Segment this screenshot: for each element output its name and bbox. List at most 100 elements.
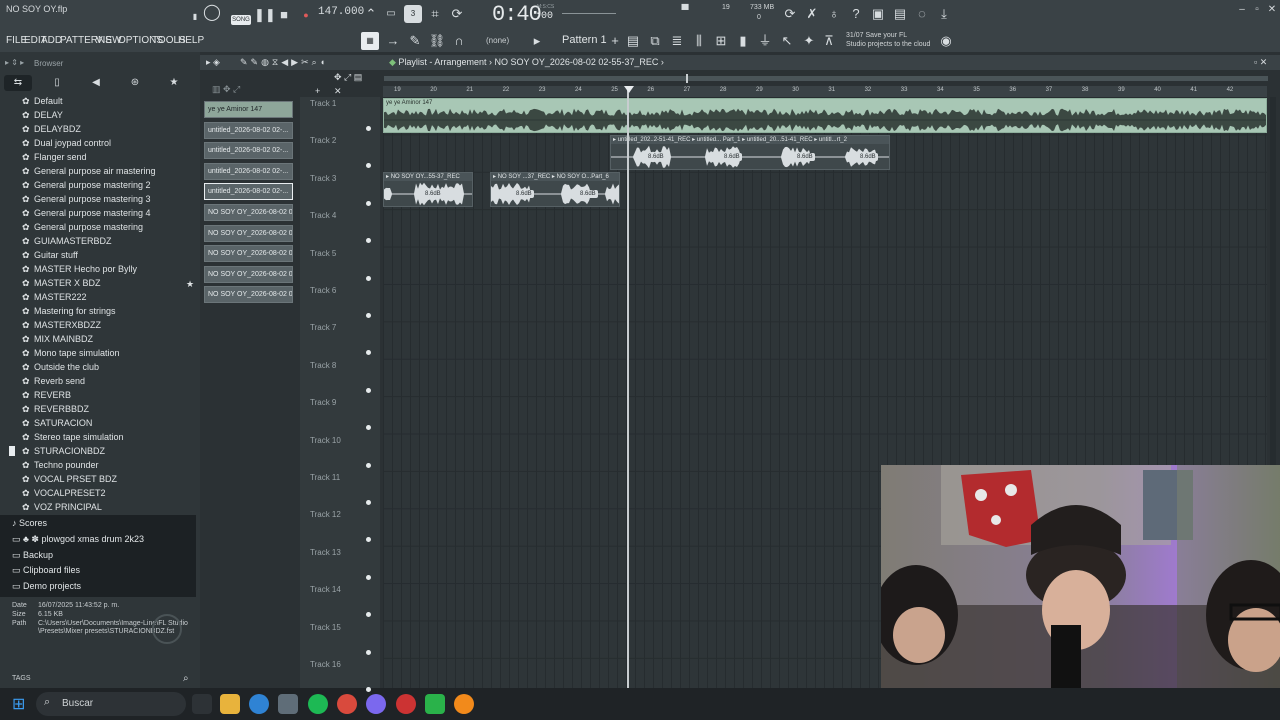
scroll-thumb[interactable] [686, 74, 688, 83]
preset-item[interactable]: ✿ Stereo tape simulation [22, 432, 124, 446]
snap-selector[interactable]: (none) [486, 36, 509, 45]
file-explorer-icon[interactable] [220, 694, 240, 714]
preset-item[interactable]: ✿ Guitar stuff [22, 250, 78, 264]
clip-source-item[interactable]: NO SOY OY_2026-08-02 0... [204, 224, 293, 242]
preset-item[interactable]: ✿ MASTERXBDZZ [22, 320, 101, 334]
tools-icon[interactable]: ✗ [803, 5, 821, 23]
close-track-icon[interactable]: ✕ [334, 86, 342, 97]
help-icon[interactable]: ? [847, 5, 865, 23]
preset-item[interactable]: ✿ Default [22, 96, 63, 110]
playlist-tools-icons[interactable]: ✎✎◍⧖◀▶✂⌕◖ [240, 57, 328, 68]
play-icon[interactable]: ◆ [389, 57, 398, 67]
refresh-icon[interactable]: ⟳ [781, 5, 799, 23]
clip-source-item[interactable]: untitled_2026-08-02 02-... [204, 162, 293, 180]
track-mute-led[interactable] [366, 462, 371, 468]
pattern-selector[interactable]: Pattern 1 [562, 34, 607, 46]
track-name[interactable]: Track 10 [310, 436, 341, 445]
browser-tab-file-icon[interactable]: ▯ [43, 75, 71, 91]
track-mute-led[interactable] [366, 574, 371, 580]
taskbar-search[interactable] [36, 692, 186, 716]
maximize-icon[interactable]: ▫ [1251, 4, 1263, 16]
preset-item[interactable]: ✿ VOCALPRESET2 [22, 488, 106, 502]
snap-icons[interactable]: ✥ ⤢ ▤ [334, 72, 362, 83]
audio-clip-track1[interactable]: ye ye Aminor 147 [383, 98, 1267, 133]
track-name[interactable]: Track 9 [310, 398, 336, 407]
clip-source-item[interactable]: NO SOY OY_2026-08-02 0... [204, 286, 293, 304]
metronome-icon[interactable]: ⌃ [362, 5, 380, 23]
preset-item[interactable]: ✿ MIX MAINBDZ [22, 334, 93, 348]
preset-item[interactable]: ✿ General purpose mastering 3 [22, 194, 151, 208]
preset-item[interactable]: ✿ MASTER X BDZ [22, 278, 101, 292]
magnet-icon[interactable]: ∩ [450, 32, 468, 50]
render-icon[interactable]: ▤ [891, 5, 909, 23]
cloud-icon[interactable]: ◉ [937, 32, 955, 50]
track-name[interactable]: Track 16 [310, 660, 341, 669]
folder-demo-projects[interactable]: ▭ Demo projects [12, 581, 81, 592]
preset-item[interactable]: ✿ General purpose mastering 4 [22, 208, 151, 222]
task-view-icon[interactable] [192, 694, 212, 714]
app-icon[interactable] [396, 694, 416, 714]
clip-source-item[interactable]: untitled_2026-08-02 02-... [204, 142, 293, 160]
time-format-label[interactable]: M:S:CS [537, 4, 554, 10]
close-icon[interactable]: ✕ [1266, 4, 1278, 16]
link-icon[interactable]: ⛓ [428, 32, 446, 50]
track-name[interactable]: Track 14 [310, 585, 341, 594]
record-icon[interactable]: ● [297, 6, 315, 24]
preset-item[interactable]: ✿ GUIAMASTERBDZ [22, 236, 112, 250]
tempo-display[interactable]: 147.000 [318, 6, 364, 18]
preset-item[interactable]: ✿ Mastering for strings [22, 306, 116, 320]
search-icon[interactable]: ⌕ [183, 673, 189, 684]
track-mute-led[interactable] [366, 500, 371, 505]
stop-icon[interactable]: ■ [275, 6, 293, 24]
preset-item[interactable]: ✿ Mono tape simulation [22, 348, 120, 362]
chat-icon[interactable]: ◌ [913, 5, 931, 23]
add-track-icon[interactable]: + [315, 86, 320, 96]
menu-help[interactable]: HELP [178, 35, 204, 46]
folder-scores[interactable]: ♪ Scores [12, 518, 47, 528]
clip-source-item[interactable]: ye ye Aminor 147 [204, 101, 293, 118]
view-toggle-icon[interactable]: ▦ [361, 32, 379, 50]
discord-icon[interactable] [366, 694, 386, 714]
playlist-window-controls[interactable]: ▫ ✕ [1254, 57, 1267, 68]
track-mute-led[interactable] [366, 387, 371, 393]
countdown-icon[interactable]: 3 [404, 5, 422, 23]
track-name[interactable]: Track 1 [310, 99, 336, 108]
audio-clip-track3-b[interactable]: ▸ NO SOY ...37_REC ▸ NO SOY O...Part_6 [490, 172, 620, 207]
preset-item[interactable]: ✿ MASTER Hecho por Bylly [22, 264, 137, 278]
chrome-icon[interactable] [337, 694, 357, 714]
clip-source-item[interactable]: NO SOY OY_2026-08-02 0... [204, 265, 293, 283]
pause-icon[interactable]: ❚❚ [254, 6, 276, 24]
preset-item[interactable]: ✿ DELAYBDZ [22, 124, 81, 138]
folder-backup[interactable]: ▭ Backup [12, 550, 53, 561]
clip-source-item[interactable]: NO SOY OY_2026-08-02 0... [204, 245, 293, 263]
preset-item[interactable]: ✿ STURACIONBDZ [22, 446, 105, 460]
save-icon[interactable]: ▣ [869, 5, 887, 23]
browser-tab-plugin-icon[interactable]: ⊛ [121, 75, 149, 91]
clip-source-item[interactable]: NO SOY OY_2026-08-02 0... [204, 204, 293, 221]
track-mute-led[interactable] [366, 126, 371, 131]
track-name[interactable]: Track 8 [310, 361, 336, 370]
track-name[interactable]: Track 5 [310, 249, 336, 258]
track-mute-led[interactable] [366, 687, 371, 692]
track-mute-led[interactable] [366, 200, 371, 206]
preset-item[interactable]: ✿ General purpose mastering 2 [22, 180, 151, 194]
fl-studio-icon[interactable] [454, 694, 474, 714]
track-name[interactable]: Track 2 [310, 136, 336, 145]
track-mute-led[interactable] [366, 649, 371, 655]
song-mode-toggle[interactable]: SONG [231, 15, 251, 25]
preset-item[interactable]: ✿ Reverb send [22, 376, 85, 390]
playhead-marker-icon[interactable] [624, 86, 634, 93]
store-icon[interactable] [278, 694, 298, 714]
preset-item[interactable]: ✿ SATURACION [22, 418, 92, 432]
cart-icon[interactable]: ⊼ [820, 32, 838, 50]
arrow-right-icon[interactable]: → [384, 32, 402, 50]
master-volume-slider[interactable] [562, 13, 616, 14]
clip-source-item[interactable]: untitled_2026-08-02 02-... [204, 121, 293, 139]
preset-item[interactable]: ✿ DELAY [22, 110, 63, 124]
preset-item[interactable]: ✿ General purpose mastering [22, 222, 143, 236]
sliders-icon[interactable]: ⫼ [690, 32, 708, 50]
step-edit-icon[interactable]: ⌗ [426, 5, 444, 23]
folder-plowgod[interactable]: ▭ ♣ ✽ plowgod xmas drum 2k23 [12, 534, 144, 545]
clip-source-item[interactable]: untitled_2026-08-02 02-... [204, 183, 293, 201]
browser-tab-all-icon[interactable]: ⇆ [4, 75, 32, 91]
